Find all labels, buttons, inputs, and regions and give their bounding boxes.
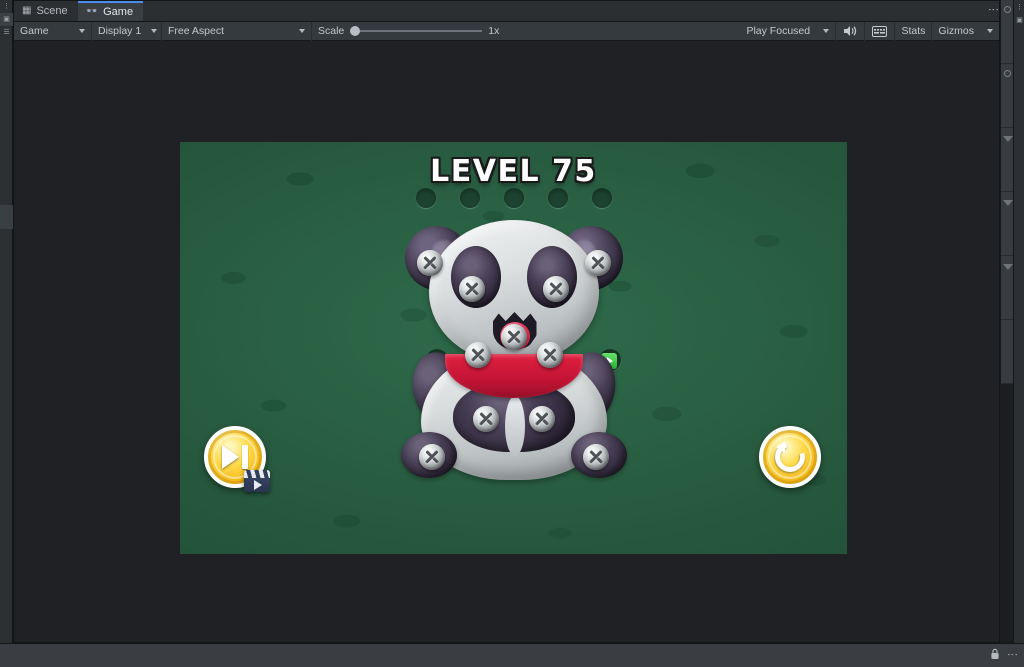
panda-screw-mouth[interactable] bbox=[500, 324, 527, 350]
restart-button-inner bbox=[768, 435, 812, 479]
tab-game[interactable]: 👓 Game bbox=[77, 1, 144, 21]
view-mode-label: Game bbox=[20, 25, 49, 37]
inspector-sliver-section bbox=[1001, 256, 1013, 320]
left-rail-list-icon[interactable]: ☰ bbox=[0, 26, 13, 39]
display-dropdown[interactable]: Display 1 bbox=[92, 21, 162, 41]
scale-value: 1x bbox=[488, 25, 500, 37]
panda-screw-foot-left[interactable] bbox=[418, 444, 445, 470]
mute-audio-button[interactable] bbox=[836, 21, 866, 41]
right-collapsed-panel[interactable]: ⋮ ▣ bbox=[1013, 0, 1024, 667]
panda-belly-split bbox=[504, 396, 525, 456]
panda-screw-belly-left[interactable] bbox=[472, 406, 499, 432]
lock-icon[interactable] bbox=[990, 648, 1000, 663]
display-label: Display 1 bbox=[98, 25, 142, 37]
screw-slot-row bbox=[180, 188, 847, 208]
panda-screw-eye-left[interactable] bbox=[458, 276, 485, 302]
tab-scene[interactable]: ▦ Scene bbox=[14, 1, 78, 21]
chevron-down-icon bbox=[823, 29, 830, 33]
screw-slot-1[interactable] bbox=[415, 188, 436, 208]
inspector-sliver-section bbox=[1001, 320, 1013, 384]
screw-slot-2[interactable] bbox=[459, 188, 480, 208]
tab-game-label: Game bbox=[103, 6, 134, 18]
left-collapsed-panel[interactable]: ⋮ ▣ ☰ bbox=[0, 0, 13, 667]
screw-slot-3[interactable] bbox=[503, 188, 524, 208]
play-mode-label: Play Focused bbox=[746, 25, 811, 37]
status-bar: ⋮ bbox=[0, 643, 1024, 667]
gizmos-label: Gizmos bbox=[938, 25, 974, 37]
panda-screw-cheek-right[interactable] bbox=[536, 342, 563, 368]
circle-icon bbox=[1004, 6, 1011, 13]
inspector-sliver[interactable] bbox=[1000, 0, 1013, 384]
grid-icon: ▦ bbox=[22, 5, 32, 16]
stats-label: Stats bbox=[901, 25, 926, 37]
left-rail-selection-strip[interactable] bbox=[0, 205, 13, 229]
chevron-down-icon bbox=[987, 29, 993, 33]
aspect-ratio-label: Free Aspect bbox=[168, 25, 225, 37]
right-rail-kebab-icon[interactable]: ⋮ bbox=[1014, 0, 1024, 13]
tab-scene-label: Scene bbox=[36, 5, 68, 17]
panda-screw-cheek-left[interactable] bbox=[464, 342, 491, 368]
panda-screw-eye-right[interactable] bbox=[542, 276, 569, 302]
view-mode-dropdown[interactable]: Game bbox=[14, 21, 92, 41]
triangle-icon bbox=[1003, 200, 1013, 206]
stats-button[interactable]: Stats bbox=[895, 21, 933, 41]
triangle-icon bbox=[1003, 264, 1013, 270]
restart-level-button[interactable] bbox=[759, 426, 821, 488]
game-viewport[interactable]: LEVEL 75 bbox=[14, 41, 999, 642]
game-view-dock: ▦ Scene 👓 Game ⋮ Game Display 1 Free Asp… bbox=[13, 0, 1000, 643]
video-ad-icon[interactable] bbox=[244, 470, 270, 492]
play-mode-dropdown[interactable]: Play Focused bbox=[740, 21, 837, 41]
inspector-sliver-section bbox=[1001, 64, 1013, 128]
tab-overflow-kebab-icon[interactable]: ⋮ bbox=[987, 4, 999, 17]
gamepad-icon: 👓 bbox=[85, 6, 99, 17]
aspect-ratio-dropdown[interactable]: Free Aspect bbox=[162, 21, 312, 41]
scale-slider-group[interactable]: Scale 1x bbox=[312, 25, 505, 37]
game-view-toolbar: Game Display 1 Free Aspect Scale 1x Play… bbox=[14, 21, 999, 41]
skip-level-button[interactable] bbox=[204, 426, 270, 492]
skip-next-icon bbox=[222, 445, 248, 469]
panda-character[interactable] bbox=[399, 220, 629, 480]
scale-slider-handle[interactable] bbox=[350, 26, 361, 36]
left-rail-window-icon[interactable]: ▣ bbox=[0, 13, 13, 26]
chevron-down-icon bbox=[79, 29, 85, 33]
chevron-down-icon bbox=[299, 29, 305, 33]
tab-bar: ▦ Scene 👓 Game ⋮ bbox=[14, 1, 999, 22]
left-rail-kebab-icon[interactable]: ⋮ bbox=[0, 0, 13, 13]
inspector-sliver-section bbox=[1001, 192, 1013, 256]
unity-editor-window: ⋮ ▣ ☰ ⋮ ▣ ▦ Scene 👓 Game ⋮ Game Display … bbox=[0, 0, 1024, 667]
screw-slot-5[interactable] bbox=[591, 188, 612, 208]
scale-slider[interactable] bbox=[350, 26, 483, 36]
right-rail-window-icon[interactable]: ▣ bbox=[1014, 13, 1024, 26]
level-title: LEVEL 75 bbox=[430, 154, 597, 189]
screw-slot-4[interactable] bbox=[547, 188, 568, 208]
panda-screw-ear-right[interactable] bbox=[584, 250, 611, 276]
inspector-sliver-section bbox=[1001, 128, 1013, 192]
triangle-icon bbox=[1003, 136, 1013, 142]
gizmos-dropdown[interactable]: Gizmos bbox=[932, 22, 999, 41]
frame-debugger-button[interactable] bbox=[865, 21, 896, 41]
game-canvas[interactable]: LEVEL 75 bbox=[180, 142, 847, 554]
panda-screw-ear-left[interactable] bbox=[416, 250, 443, 276]
scale-label: Scale bbox=[318, 25, 345, 37]
chevron-down-icon bbox=[151, 29, 158, 33]
status-bar-kebab-icon[interactable]: ⋮ bbox=[1006, 649, 1018, 662]
inspector-sliver-section bbox=[1001, 0, 1013, 64]
panda-screw-foot-right[interactable] bbox=[582, 444, 609, 470]
circle-icon bbox=[1004, 70, 1011, 77]
replay-icon bbox=[769, 436, 811, 478]
panda-screw-belly-right[interactable] bbox=[528, 406, 555, 432]
